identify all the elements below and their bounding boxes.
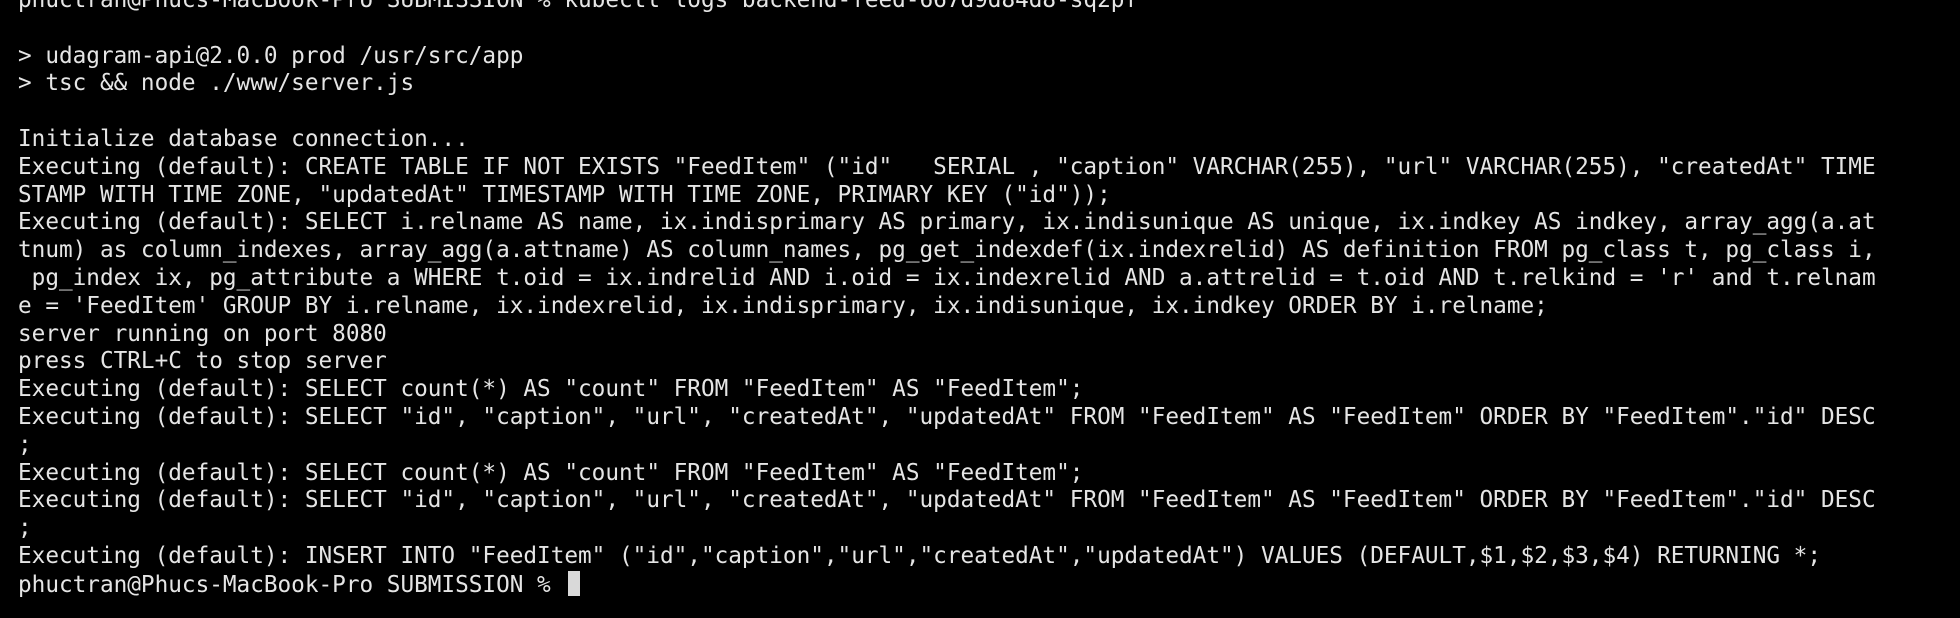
text-cursor[interactable]: [568, 570, 581, 596]
terminal-line-log: press CTRL+C to stop server: [18, 348, 387, 375]
terminal-line-log: Executing (default): SELECT count(*) AS …: [18, 459, 1084, 486]
terminal-prompt-line[interactable]: phuctran@Phucs-MacBook-Pro SUBMISSION %: [18, 570, 1960, 599]
terminal-line-log: pg_index ix, pg_attribute a WHERE t.oid …: [18, 264, 1876, 291]
terminal-line-log: Executing (default): SELECT count(*) AS …: [18, 376, 1084, 403]
terminal-line-log: ;: [18, 515, 32, 542]
terminal-line-log: Executing (default): SELECT i.relname AS…: [18, 209, 1876, 236]
terminal-line-log: server running on port 8080: [18, 320, 387, 347]
terminal-line-npm-command: > tsc && node ./www/server.js: [18, 70, 415, 97]
terminal-line-log: Executing (default): CREATE TABLE IF NOT…: [18, 153, 1876, 180]
terminal-line-log: Executing (default): INSERT INTO "FeedIt…: [18, 542, 1821, 569]
terminal-window[interactable]: phuctran@Phucs-MacBook-Pro SUBMISSION % …: [0, 0, 1960, 605]
terminal-line-log: ;: [18, 431, 32, 458]
terminal-line-command: phuctran@Phucs-MacBook-Pro SUBMISSION % …: [18, 0, 1139, 13]
terminal-line-log: Executing (default): SELECT "id", "capti…: [18, 487, 1876, 514]
terminal-line-log: Executing (default): SELECT "id", "capti…: [18, 403, 1876, 430]
terminal-line-log: STAMP WITH TIME ZONE, "updatedAt" TIMEST…: [18, 181, 1111, 208]
terminal-line-log: Initialize database connection...: [18, 125, 469, 152]
terminal-line-log: e = 'FeedItem' GROUP BY i.relname, ix.in…: [18, 292, 1548, 319]
shell-prompt: phuctran@Phucs-MacBook-Pro SUBMISSION %: [18, 571, 565, 598]
terminal-line-npm-script: > udagram-api@2.0.0 prod /usr/src/app: [18, 42, 524, 69]
terminal-line-log: tnum) as column_indexes, array_agg(a.att…: [18, 237, 1876, 264]
